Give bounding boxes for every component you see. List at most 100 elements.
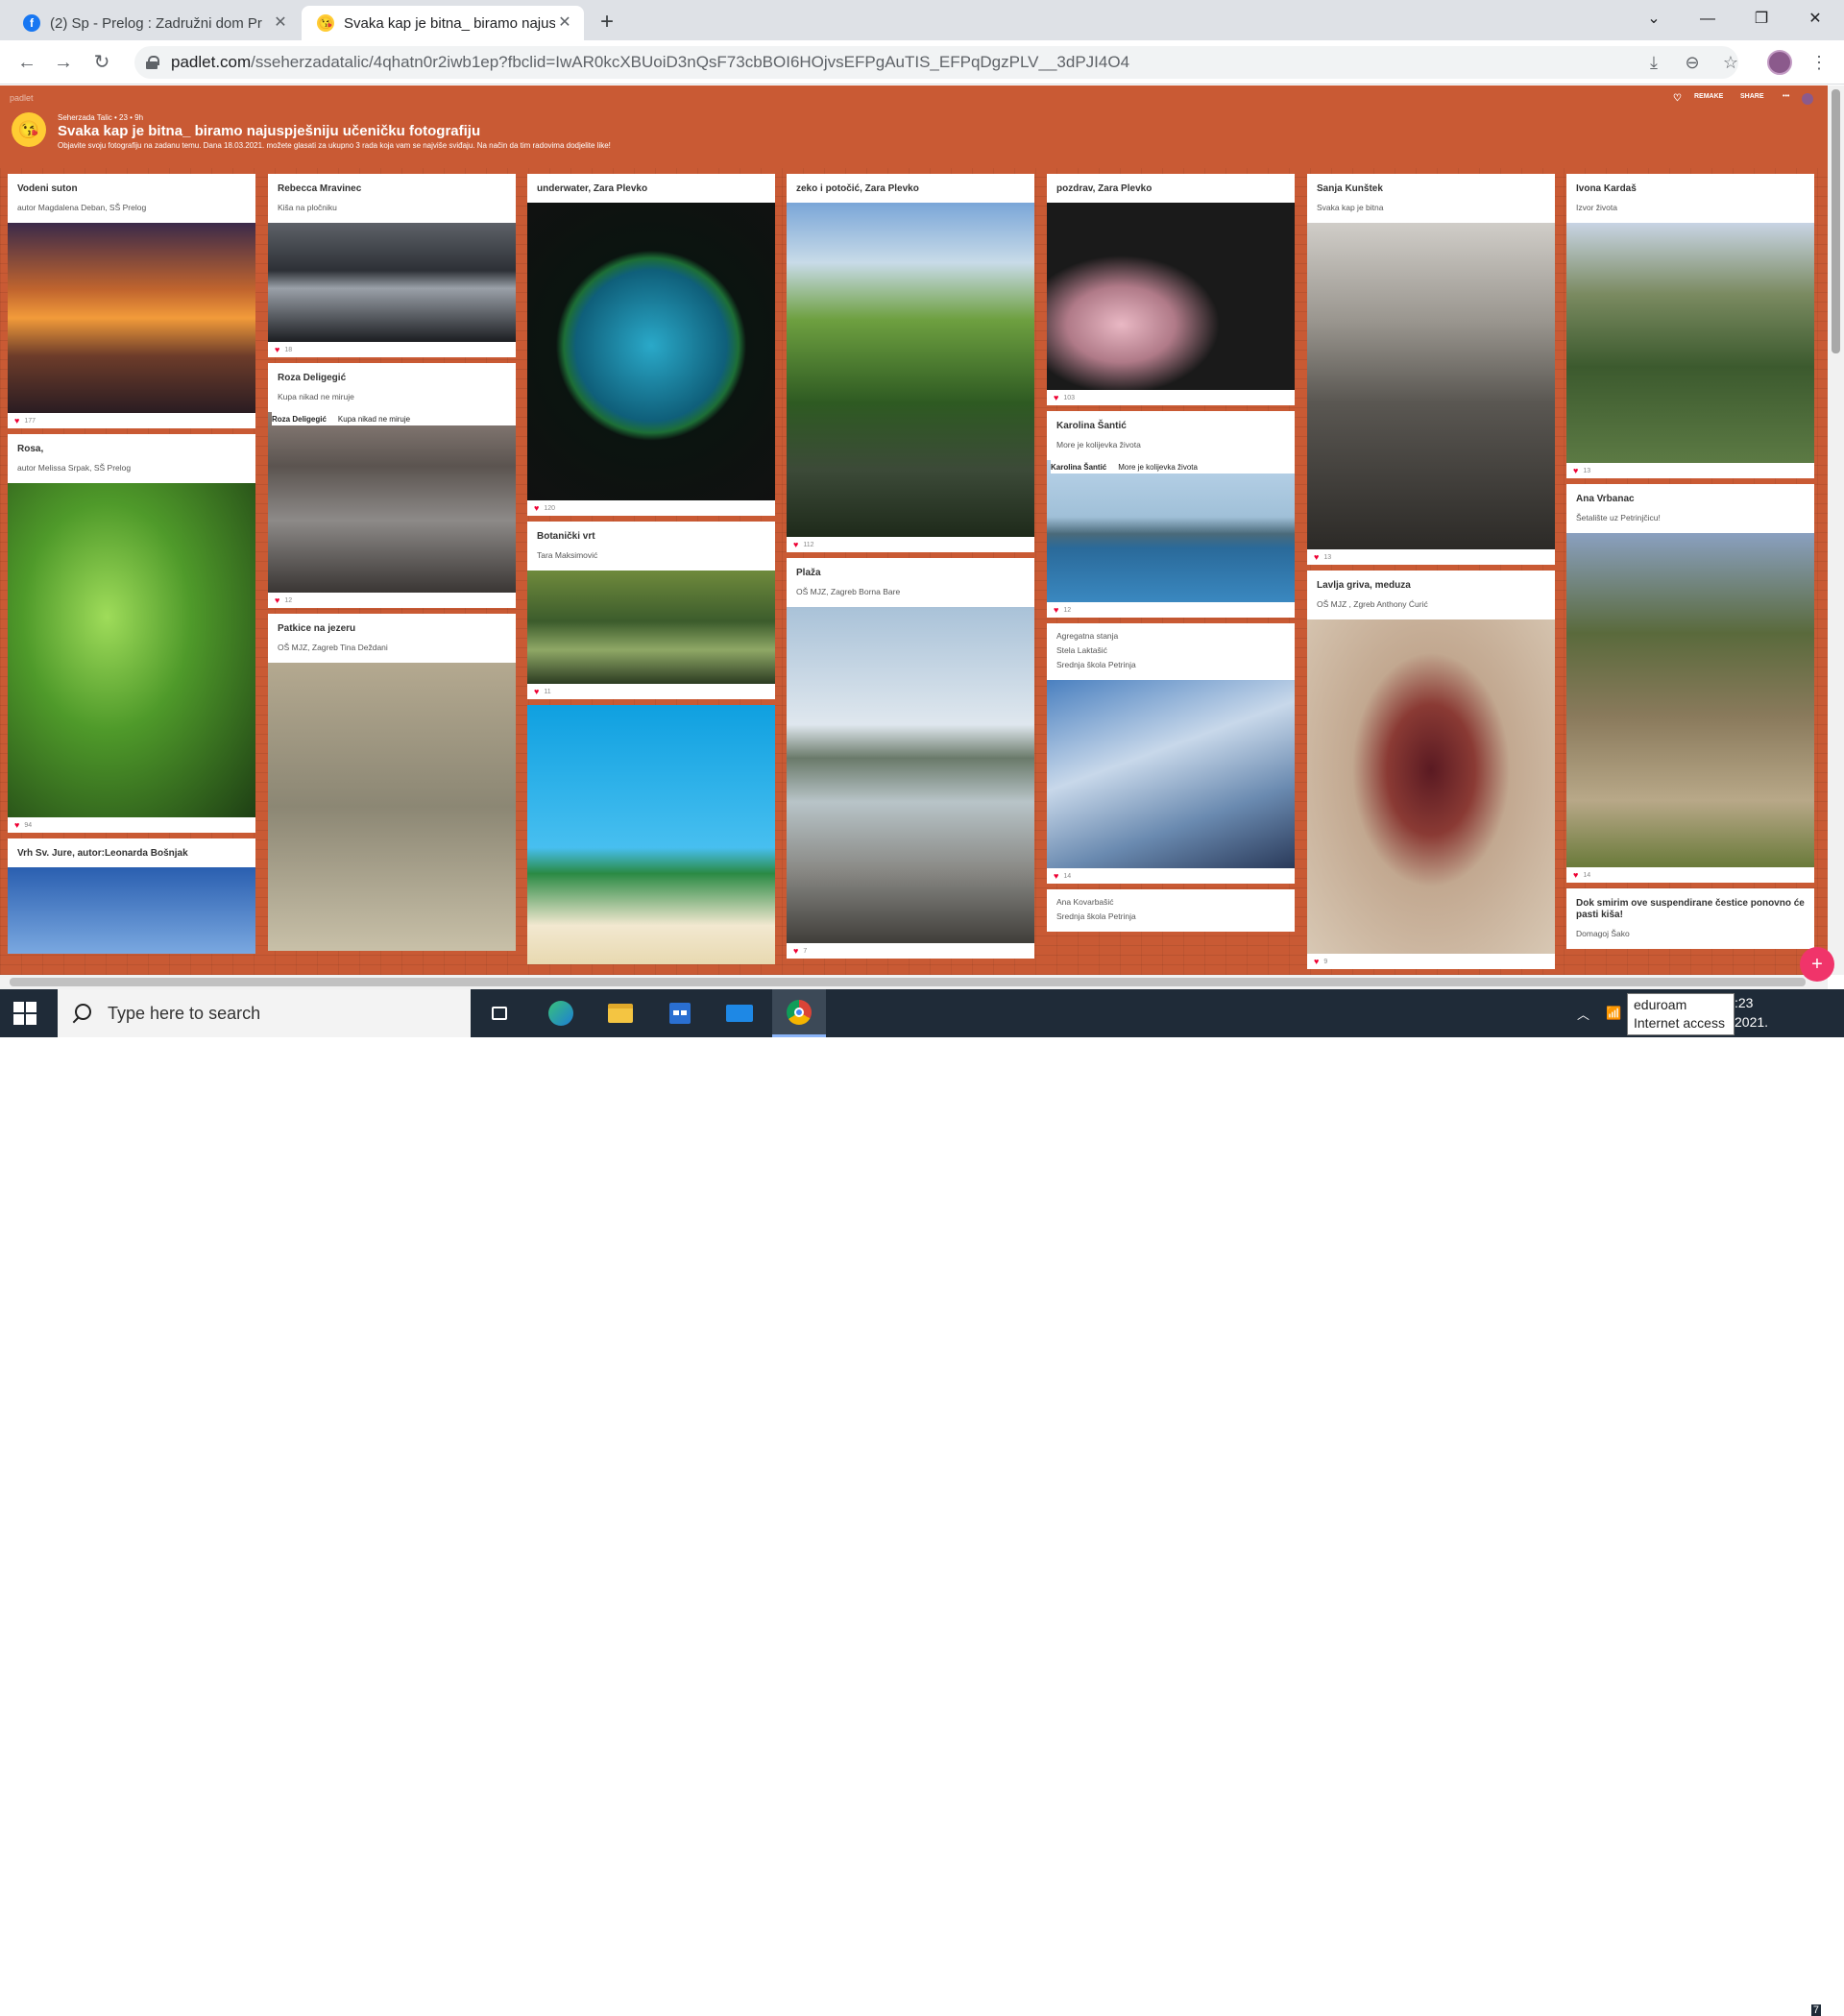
post-photo[interactable] [268,223,516,342]
vertical-scrollbar[interactable] [1828,85,1844,975]
restore-icon[interactable]: ❐ [1742,6,1781,33]
close-tab-icon[interactable]: ✕ [271,13,290,33]
close-tab-icon[interactable]: ✕ [555,13,574,33]
post-photo[interactable] [787,607,1034,943]
padlet-logo[interactable]: padlet [10,93,34,103]
post-card[interactable]: Karolina Šantić More je kolijevka života K… [1047,411,1295,618]
tab-search-icon[interactable]: ⌄ [1635,6,1673,33]
add-post-button[interactable]: + [1800,947,1834,982]
post-photo[interactable] [1047,203,1295,390]
post-photo[interactable] [8,483,255,817]
heart-icon[interactable]: ♥ [1054,871,1058,881]
heart-icon[interactable]: ♥ [1573,466,1578,475]
heart-icon[interactable]: ♥ [1314,957,1319,966]
edge-icon[interactable] [534,989,588,1037]
windows-start-icon[interactable] [13,1002,36,1025]
back-icon[interactable]: ← [13,49,40,76]
post-photo[interactable] [787,203,1034,537]
heart-icon[interactable]: ♥ [1314,552,1319,562]
post-card[interactable]: Ana Vrbanac Šetalište uz Petrinjčicu! ♥ 14 [1566,484,1814,883]
close-window-icon[interactable]: ✕ [1796,6,1834,33]
like-row[interactable]: ♥ 12 [1047,602,1295,618]
taskbar-clock[interactable]: :23 2021. [1735,993,1768,1032]
like-row[interactable]: ♥ 18 [268,342,516,357]
like-row[interactable]: ♥ 7 [787,943,1034,959]
heart-icon[interactable]: ♥ [275,345,279,354]
post-card[interactable]: Rebecca Mravinec Kiša na pločniku ♥ 18 [268,174,516,357]
like-row[interactable]: ♥ 13 [1566,463,1814,478]
new-tab-button[interactable]: + [594,10,620,36]
like-row[interactable]: ♥ 11 [527,684,775,699]
post-card[interactable]: Ivona Kardaš Izvor života ♥ 13 [1566,174,1814,478]
post-card[interactable]: Dok smirim ove suspendirane čestice pono… [1566,888,1814,949]
like-row[interactable]: ♥ 120 [527,500,775,516]
heart-icon[interactable]: ♥ [14,416,19,425]
like-row[interactable]: ♥ 94 [8,817,255,833]
reload-icon[interactable]: ↻ [88,49,115,76]
post-photo[interactable] [1047,680,1295,868]
scroll-thumb[interactable] [1832,89,1840,353]
like-row[interactable]: ♥ 13 [1307,549,1555,565]
task-view-icon[interactable] [473,989,526,1037]
like-row[interactable]: ♥ 112 [787,537,1034,552]
post-card[interactable]: Sanja Kunštek Svaka kap je bitna ♥ 13 [1307,174,1555,565]
wifi-icon[interactable]: 📶 [1606,989,1621,1037]
post-card[interactable]: Patkice na jezeru OŠ MJZ, Zagreb Tina Dež… [268,614,516,951]
zoom-icon[interactable]: ⊖ [1679,49,1706,76]
taskbar-search[interactable]: Type here to search [58,989,471,1037]
file-explorer-icon[interactable] [594,989,647,1037]
post-card[interactable]: Agregatna stanja Stela Laktašić Srednja šk… [1047,623,1295,884]
share-button[interactable]: SHARE [1740,93,1764,100]
post-card[interactable]: underwater, Zara Plevko ♥ 120 [527,174,775,516]
heart-icon[interactable]: ♥ [1054,393,1058,402]
profile-avatar[interactable] [1767,50,1792,75]
post-card[interactable]: Botanički vrt Tara Maksimović ♥ 11 [527,522,775,699]
post-photo[interactable] [1307,619,1555,954]
user-avatar[interactable] [1802,93,1813,105]
mail-icon[interactable] [713,989,766,1037]
post-photo[interactable] [1566,533,1814,867]
heart-icon[interactable]: ♥ [275,595,279,605]
like-row[interactable]: ♥ 14 [1047,868,1295,884]
post-photo[interactable]: Karolina Šantić More je kolijevka života [1047,460,1295,602]
install-icon[interactable]: ⤓ [1640,49,1667,76]
post-card[interactable]: Rosa, autor Melissa Srpak, SŠ Prelog ♥ 94 [8,434,255,833]
heart-icon[interactable]: ♥ [1054,605,1058,615]
post-card[interactable]: Plaža OŠ MJZ, Zagreb Borna Bare ♥ 7 [787,558,1034,959]
like-row[interactable]: ♥ 177 [8,413,255,428]
post-photo[interactable] [527,571,775,684]
heart-icon[interactable]: ♥ [14,820,19,830]
tab-padlet[interactable]: 😘 Svaka kap je bitna_ biramo najus ✕ [302,6,584,40]
post-card[interactable]: zeko i potočić, Zara Plevko ♥ 112 [787,174,1034,552]
store-icon[interactable] [653,989,707,1037]
scroll-thumb[interactable] [10,978,1806,986]
forward-icon[interactable]: → [50,49,77,76]
post-card[interactable]: pozdrav, Zara Plevko ♥ 103 [1047,174,1295,405]
bookmark-star-icon[interactable]: ☆ [1717,49,1744,76]
post-card[interactable]: Lavlja griva, meduza OŠ MJZ , Zgreb Antho… [1307,571,1555,969]
heart-icon[interactable]: ♥ [534,503,539,513]
like-row[interactable]: ♥ 103 [1047,390,1295,405]
more-icon[interactable]: ••• [1783,93,1789,100]
like-row[interactable]: ♥ 14 [1566,867,1814,883]
tab-facebook[interactable]: f (2) Sp - Prelog : Zadružni dom Pr ✕ [8,6,300,40]
address-bar[interactable]: padlet.com/sseherzadatalic/4qhatn0r2iwb1… [134,46,1738,79]
heart-icon[interactable]: ♡ [1673,93,1682,104]
post-photo[interactable]: Roza Deligegić Kupa nikad ne miruje [268,412,516,593]
like-row[interactable]: ♥ 9 [1307,954,1555,969]
show-hidden-icons[interactable]: ︿ [1577,989,1589,1037]
post-photo[interactable] [1307,223,1555,549]
post-card[interactable]: Vodeni suton autor Magdalena Deban, SŠ Pr… [8,174,255,428]
post-photo[interactable] [1566,223,1814,463]
heart-icon[interactable]: ♥ [1573,870,1578,880]
post-card[interactable]: Vrh Sv. Jure, autor:Leonarda Bošnjak [8,838,255,954]
horizontal-scrollbar[interactable] [0,975,1828,989]
post-card[interactable]: Ana Kovarbašić Srednja škola Petrinja [1047,889,1295,932]
post-card[interactable] [527,705,775,964]
minimize-icon[interactable]: — [1688,6,1727,33]
notification-icon[interactable]: 7 [1794,1991,1821,2016]
remake-button[interactable]: REMAKE [1694,93,1723,100]
post-photo[interactable] [527,705,775,964]
post-photo[interactable] [527,203,775,500]
post-photo[interactable] [8,867,255,954]
